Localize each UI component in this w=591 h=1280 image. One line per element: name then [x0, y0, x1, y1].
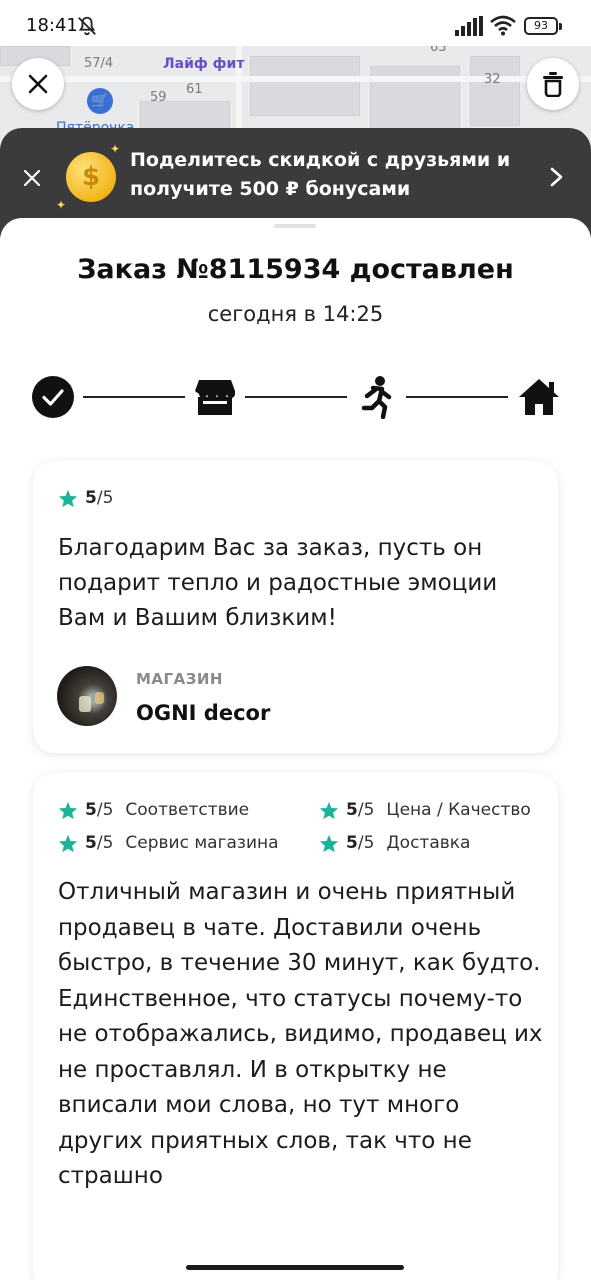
rating-category: Доставка: [386, 833, 471, 853]
mute-bell-icon: [78, 16, 96, 36]
page-title: Заказ №8115934 доставлен: [77, 254, 514, 285]
sparkle-icon: ✦: [56, 198, 67, 212]
map-block: [140, 101, 230, 131]
rating-category: Сервис магазина: [125, 833, 279, 853]
rating-max: /5: [96, 800, 114, 820]
delivery-time: сегодня в 14:25: [207, 302, 384, 326]
promo-text: Поделитесь скидкой с друзьями и получите…: [130, 149, 511, 200]
map-poi-label[interactable]: Лайф фит: [163, 56, 244, 72]
rating-price-quality: 5 /5 Цена / Качество: [319, 800, 531, 820]
shop-response-card: 5 /5 Благодарим Вас за заказ, пусть он п…: [33, 461, 558, 753]
order-sheet: Заказ №8115934 доставлен сегодня в 14:25: [0, 218, 591, 1280]
map-block: [470, 56, 520, 126]
rating-conformity: 5 /5 Соответствие: [58, 800, 249, 820]
rating-max: /5: [357, 833, 375, 853]
courier-running-icon: [352, 374, 398, 420]
rating-delivery: 5 /5 Доставка: [319, 833, 470, 853]
rating-value: 5: [346, 800, 358, 820]
wifi-icon: [490, 15, 516, 36]
map-label: 63: [430, 46, 447, 55]
rating-category: Соответствие: [125, 800, 250, 820]
rating-shop-service: 5 /5 Сервис магазина: [58, 833, 279, 853]
home-icon: [516, 374, 562, 420]
rating: 5 /5: [58, 488, 113, 508]
rating-value: 5: [85, 488, 97, 508]
close-button[interactable]: [12, 58, 64, 110]
user-review-text: Отличный магазин и очень приятный продав…: [58, 879, 543, 1189]
progress-line: [406, 396, 508, 398]
shop-name[interactable]: OGNI decor: [136, 701, 270, 725]
shop-basket-pin-icon[interactable]: 🛒: [87, 88, 113, 114]
star-icon: [319, 801, 339, 819]
status-bar: 18:41 93: [0, 0, 591, 46]
star-icon: [58, 489, 78, 507]
shop-avatar[interactable]: [57, 666, 117, 726]
rating-max: /5: [357, 800, 375, 820]
check-icon: [30, 374, 76, 420]
map-label: 61: [186, 82, 203, 97]
battery-indicator: 93: [524, 17, 562, 35]
close-icon[interactable]: [20, 166, 44, 190]
star-icon: [58, 834, 78, 852]
close-icon: [28, 74, 48, 94]
sparkle-icon: ✦: [110, 142, 121, 156]
rating-category: Цена / Качество: [386, 800, 531, 820]
trash-icon: [543, 72, 563, 97]
chevron-right-icon[interactable]: [546, 166, 566, 188]
star-icon: [319, 834, 339, 852]
home-indicator[interactable]: [186, 1265, 404, 1270]
rating-max: /5: [96, 488, 114, 508]
progress-line: [83, 396, 185, 398]
rating-value: 5: [85, 833, 97, 853]
map-block: [250, 56, 360, 116]
delivery-progress: [0, 374, 591, 420]
map-label: 59: [150, 90, 167, 105]
user-review-card: 5 /5 Соответствие 5 /5 Цена / Качество 5…: [33, 773, 558, 1280]
status-time: 18:41: [26, 15, 78, 36]
rating-value: 5: [85, 800, 97, 820]
progress-line: [245, 396, 347, 398]
store-icon: [192, 374, 238, 420]
coin-icon: $: [66, 152, 116, 202]
rating-max: /5: [96, 833, 114, 853]
map-road: [0, 76, 591, 82]
shop-response-text: Благодарим Вас за заказ, пусть он подари…: [58, 535, 498, 631]
rating-value: 5: [346, 833, 358, 853]
trash-button[interactable]: [527, 58, 579, 110]
map-label: 32: [484, 72, 501, 87]
map-label: 57/4: [84, 56, 114, 71]
shop-label: МАГАЗИН: [136, 670, 223, 688]
star-icon: [58, 801, 78, 819]
signal-icon: [455, 16, 483, 36]
sheet-handle[interactable]: [274, 224, 316, 228]
